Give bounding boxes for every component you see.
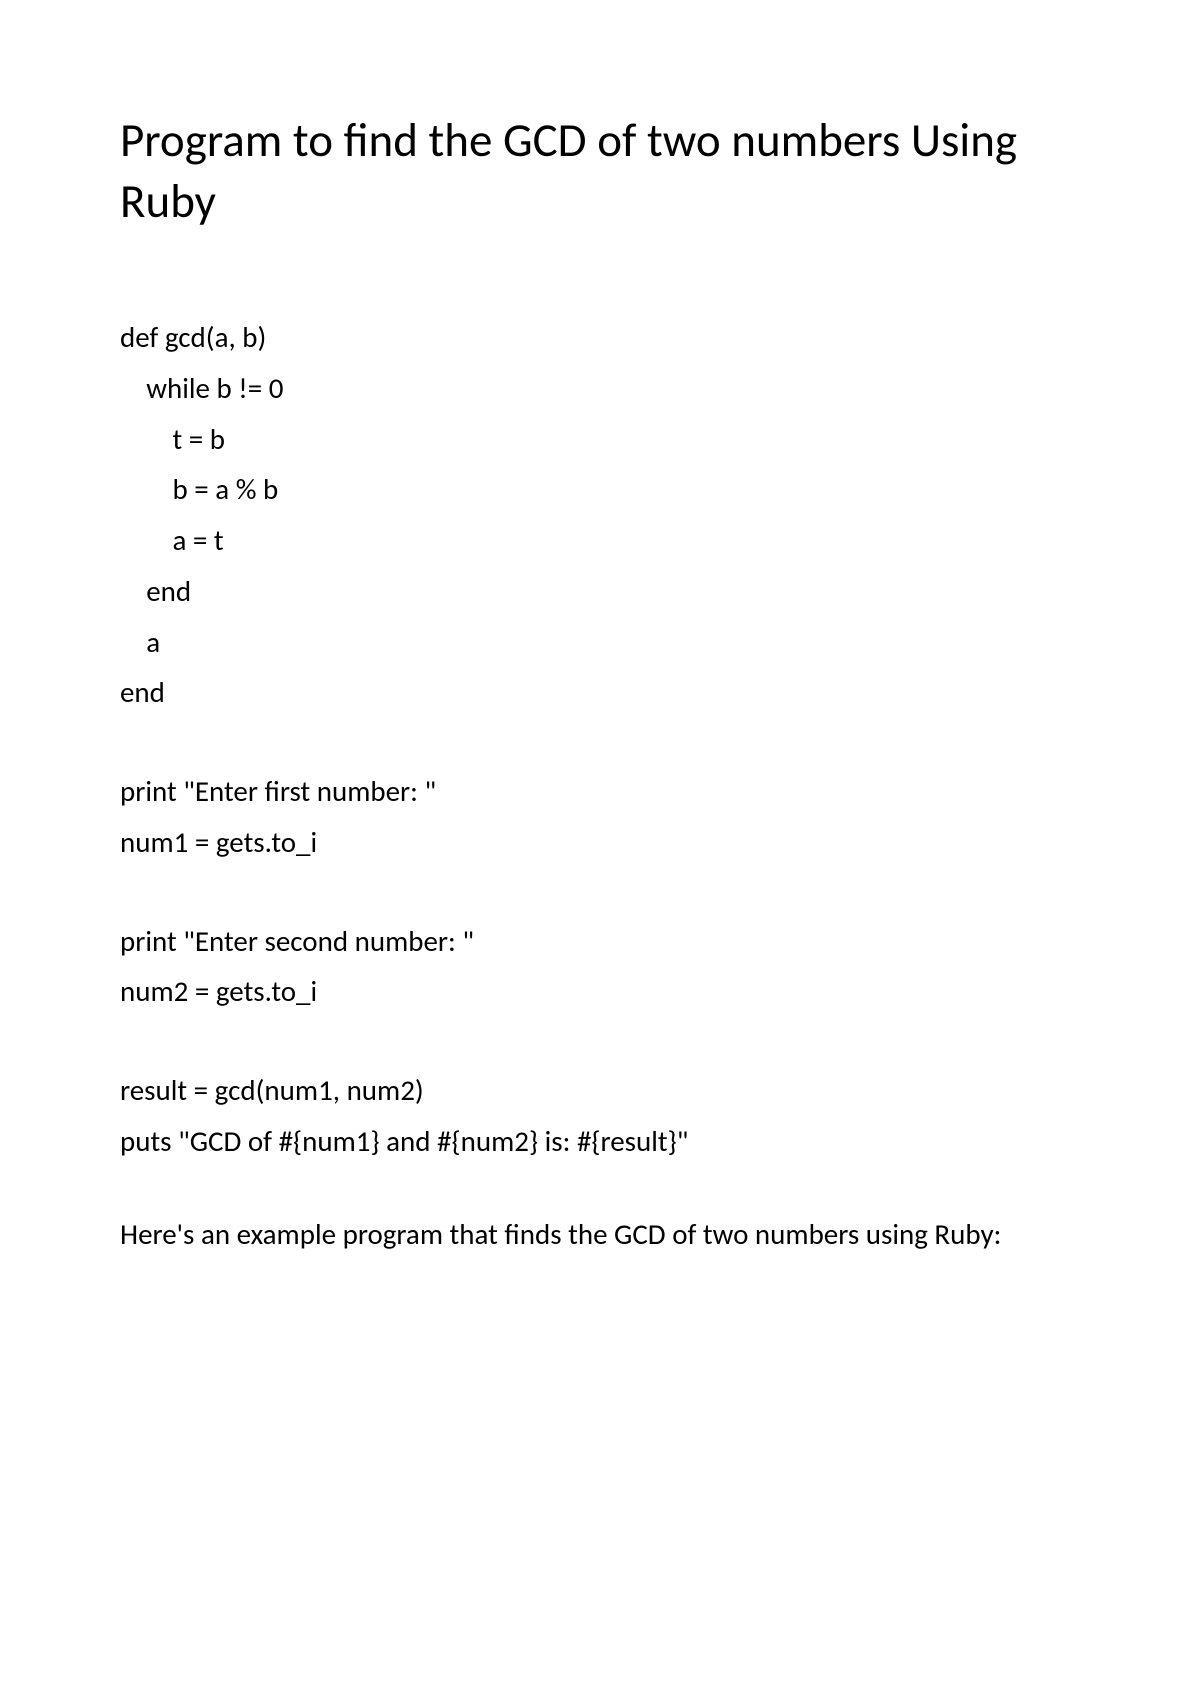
code-line: print "Enter first number: " bbox=[120, 766, 1080, 817]
code-line: while b != 0 bbox=[120, 363, 1080, 414]
description-text: Here's an example program that finds the… bbox=[120, 1215, 1080, 1254]
code-line: a = t bbox=[120, 515, 1080, 566]
code-line: puts "GCD of #{num1} and #{num2} is: #{r… bbox=[120, 1116, 1080, 1167]
code-line: print "Enter second number: " bbox=[120, 916, 1080, 967]
code-line: def gcd(a, b) bbox=[120, 312, 1080, 363]
code-line: result = gcd(num1, num2) bbox=[120, 1065, 1080, 1116]
code-line: num2 = gets.to_i bbox=[120, 966, 1080, 1017]
code-block-input1: print "Enter first number: " num1 = gets… bbox=[120, 766, 1080, 868]
code-line: t = b bbox=[120, 414, 1080, 465]
code-block-input2: print "Enter second number: " num2 = get… bbox=[120, 916, 1080, 1018]
code-block-result: result = gcd(num1, num2) puts "GCD of #{… bbox=[120, 1065, 1080, 1167]
code-line: end bbox=[120, 566, 1080, 617]
code-line: a bbox=[120, 617, 1080, 668]
code-line: end bbox=[120, 667, 1080, 718]
code-line: num1 = gets.to_i bbox=[120, 817, 1080, 868]
page-title: Program to find the GCD of two numbers U… bbox=[120, 110, 1080, 232]
code-block-function: def gcd(a, b) while b != 0 t = b b = a %… bbox=[120, 312, 1080, 718]
code-line: b = a % b bbox=[120, 464, 1080, 515]
